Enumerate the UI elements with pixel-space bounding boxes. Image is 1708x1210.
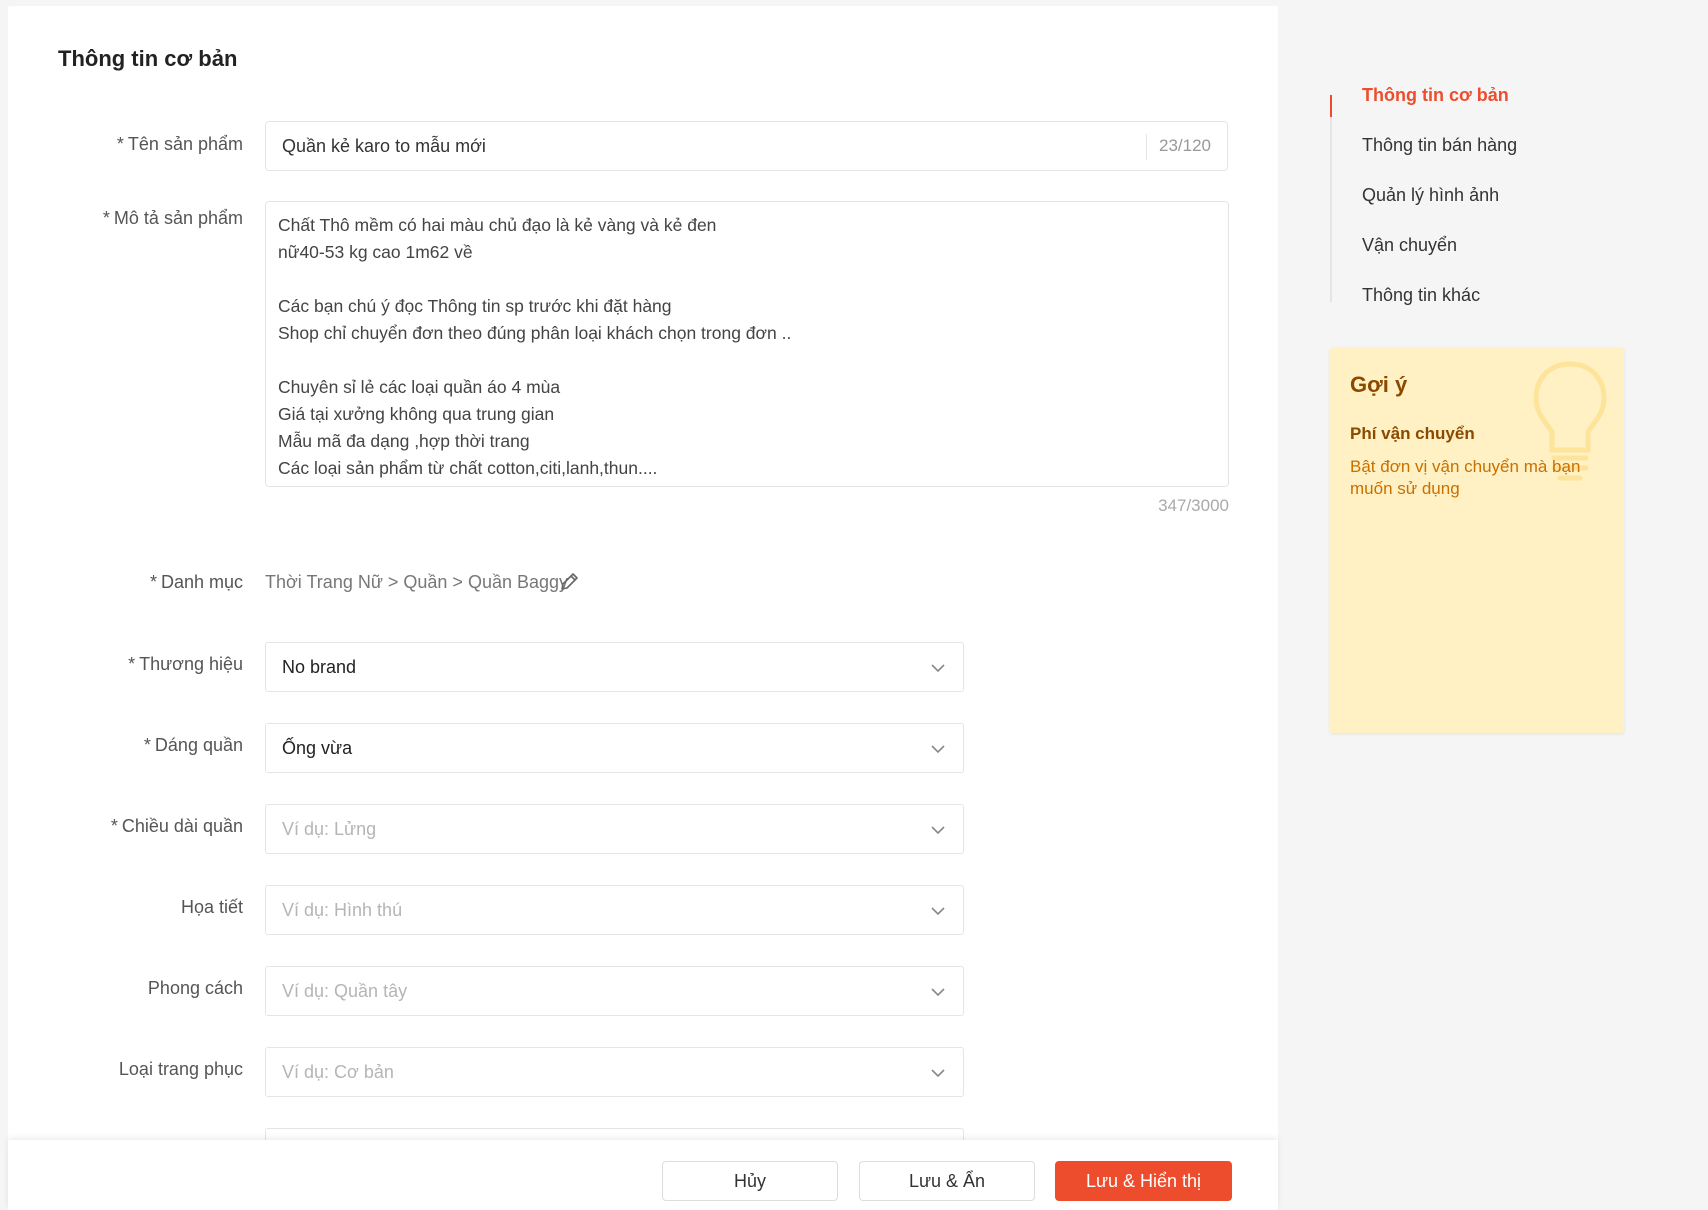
select-value: Ống vừa bbox=[282, 738, 353, 758]
field-label: * Chiều dài quần bbox=[110, 816, 243, 836]
chevron-down-icon bbox=[931, 826, 945, 835]
required-mark: * bbox=[116, 134, 124, 154]
field-label: Loại trang phục bbox=[118, 1059, 243, 1079]
nav-item[interactable]: Thông tin khác bbox=[1362, 285, 1480, 306]
product-name-counter: 23/120 bbox=[1146, 134, 1227, 160]
description-line: Mẫu mã đa dạng ,hợp thời trang bbox=[278, 431, 530, 451]
chevron-down-icon bbox=[931, 664, 945, 673]
cancel-button[interactable]: Hủy bbox=[662, 1161, 838, 1201]
nav-item[interactable]: Vận chuyển bbox=[1362, 235, 1457, 256]
description-line: Shop chỉ chuyển đơn theo đúng phân loại … bbox=[278, 323, 792, 343]
footer-bar: Hủy Lưu & Ẩn Lưu & Hiển thị bbox=[8, 1140, 1278, 1210]
description-line: nữ40-53 kg cao 1m62 về bbox=[278, 242, 473, 262]
description-line bbox=[278, 347, 791, 374]
field-label: Phong cách bbox=[147, 978, 243, 998]
field-label: Họa tiết bbox=[180, 897, 243, 917]
description-line: Chất Thô mềm có hai màu chủ đạo là kẻ và… bbox=[278, 215, 717, 235]
nav-item[interactable]: Quản lý hình ảnh bbox=[1362, 185, 1499, 206]
description-line: Các bạn chú ý đọc Thông tin sp trước khi… bbox=[278, 296, 672, 316]
select-value: No brand bbox=[282, 657, 357, 677]
select-placeholder: Ví dụ: Cơ bản bbox=[282, 1062, 394, 1082]
required-mark: * bbox=[110, 816, 118, 836]
description-line: Các loại sản phẩm từ chất cotton,citi,la… bbox=[278, 458, 658, 478]
attribute-select[interactable]: No brand bbox=[265, 642, 964, 692]
tip-subtitle: Phí vận chuyển bbox=[1350, 424, 1475, 443]
attribute-select[interactable]: Ví dụ: Hình thú bbox=[265, 885, 964, 935]
select-placeholder: Ví dụ: Quần tây bbox=[282, 981, 408, 1001]
field-label: * Dáng quần bbox=[143, 735, 243, 755]
nav-item[interactable]: Thông tin cơ bản bbox=[1362, 85, 1509, 106]
pencil-icon[interactable] bbox=[558, 569, 582, 593]
attribute-select[interactable]: Ví dụ: Lửng bbox=[265, 804, 964, 854]
chevron-down-icon bbox=[931, 745, 945, 754]
category-path: Thời Trang Nữ > Quần > Quần Baggy bbox=[265, 572, 569, 592]
required-mark: * bbox=[149, 572, 157, 592]
attribute-select[interactable]: Ống vừa bbox=[265, 723, 964, 773]
chevron-down-icon bbox=[931, 907, 945, 916]
required-mark: * bbox=[143, 735, 151, 755]
description-text[interactable]: Chất Thô mềm có hai màu chủ đạo là kẻ và… bbox=[278, 212, 791, 482]
attribute-select[interactable]: Ví dụ: Quần tây bbox=[265, 966, 964, 1016]
save-hide-button[interactable]: Lưu & Ẩn bbox=[859, 1161, 1035, 1201]
tip-title: Gợi ý bbox=[1350, 372, 1408, 397]
required-mark: * bbox=[102, 208, 110, 228]
select-placeholder: Ví dụ: Hình thú bbox=[282, 900, 403, 920]
save-show-button[interactable]: Lưu & Hiển thị bbox=[1055, 1161, 1232, 1201]
attribute-select[interactable]: Ví dụ: Cơ bản bbox=[265, 1047, 964, 1097]
product-name-label: * Tên sản phẩm bbox=[116, 134, 243, 154]
nav-item[interactable]: Thông tin bán hàng bbox=[1362, 135, 1517, 156]
description-textarea[interactable]: Chất Thô mềm có hai màu chủ đạo là kẻ và… bbox=[265, 201, 1229, 487]
description-counter: 347/3000 bbox=[1158, 496, 1229, 515]
product-name-input[interactable]: Quần kẻ karo to mẫu mới 23/120 bbox=[265, 121, 1228, 171]
tip-body: Bật đơn vị vận chuyển mà bạn muốn sử dụn… bbox=[1350, 457, 1581, 498]
field-label: * Thương hiệu bbox=[128, 654, 243, 674]
tip-card: Gợi ý Phí vận chuyển Bật đơn vị vận chuy… bbox=[1330, 348, 1624, 733]
select-placeholder: Ví dụ: Lửng bbox=[282, 819, 377, 839]
product-form-card: Thông tin cơ bản * Tên sản phẩm Quần kẻ k… bbox=[8, 6, 1278, 1210]
chevron-down-icon bbox=[931, 1069, 945, 1078]
category-label: * Danh mục bbox=[149, 572, 243, 592]
nav-active-indicator bbox=[1330, 95, 1332, 117]
section-title: Thông tin cơ bản bbox=[58, 46, 238, 71]
chevron-down-icon bbox=[931, 988, 945, 997]
nav-track bbox=[1330, 95, 1332, 302]
description-line: Giá tại xưởng không qua trung gian bbox=[278, 404, 555, 424]
description-label: * Mô tả sản phẩm bbox=[102, 208, 243, 228]
product-name-value[interactable]: Quần kẻ karo to mẫu mới bbox=[282, 136, 486, 157]
description-line bbox=[278, 266, 791, 293]
description-line: Chuyên sỉ lẻ các loại quần áo 4 mùa bbox=[278, 377, 561, 397]
required-mark: * bbox=[128, 654, 136, 674]
